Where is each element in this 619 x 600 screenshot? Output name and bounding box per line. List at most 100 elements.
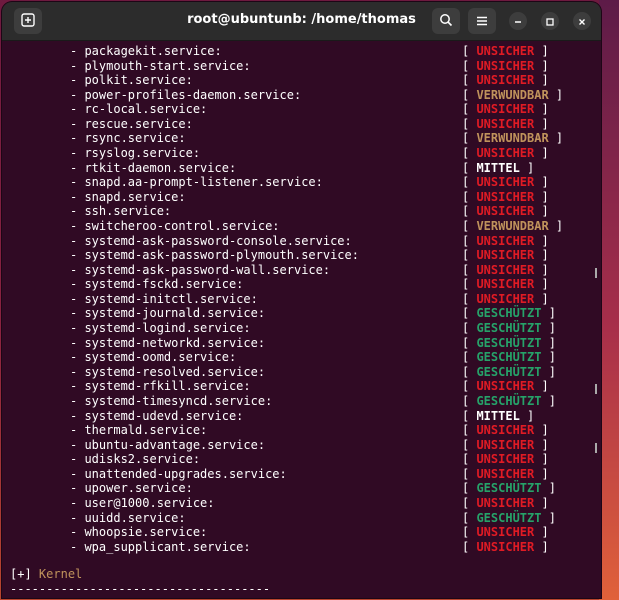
status-value: GESCHÜTZT	[476, 321, 542, 336]
service-name: - snapd.aa-prompt-listener.service:	[70, 175, 323, 190]
bracket-close: ]	[534, 423, 549, 438]
bracket-close: ]	[534, 102, 549, 117]
bracket-close: ]	[534, 248, 549, 263]
bracket-open: [	[462, 262, 477, 277]
bracket-close: ]	[534, 495, 549, 510]
service-name: - uuidd.service:	[70, 510, 186, 525]
bracket-open: [	[462, 364, 477, 379]
bracket-close: ]	[534, 204, 549, 219]
bracket-close: ]	[534, 525, 549, 540]
bracket-close: ]	[548, 218, 564, 233]
status-value: UNSICHER	[476, 452, 535, 467]
service-name: - ssh.service:	[70, 204, 172, 219]
service-status: [ VERWUNDBAR ]	[462, 88, 563, 103]
service-name: - user@1000.service:	[70, 495, 215, 510]
status-value: UNSICHER	[476, 102, 535, 117]
bracket-open: [	[462, 58, 477, 73]
service-status: [ UNSICHER ]	[462, 73, 549, 88]
close-icon	[577, 12, 587, 31]
minimize-button[interactable]	[509, 12, 527, 30]
bracket-open: [	[462, 437, 477, 452]
status-value: GESCHÜTZT	[476, 335, 542, 350]
service-name: - udisks2.service:	[70, 452, 201, 467]
service-status: [ UNSICHER ]	[462, 102, 549, 117]
bracket-open: [	[462, 131, 477, 146]
service-name: - power-profiles-daemon.service:	[70, 87, 302, 102]
service-status: [ MITTEL ]	[462, 409, 534, 424]
status-value: UNSICHER	[476, 189, 535, 204]
service-name: - packagekit.service:	[70, 44, 222, 58]
status-value: UNSICHER	[476, 379, 535, 394]
service-status: [ UNSICHER ]	[462, 540, 549, 555]
bracket-open: [	[462, 481, 477, 496]
service-status: [ GESCHÜTZT ]	[462, 394, 556, 409]
service-name: - systemd-journald.service:	[70, 306, 266, 321]
bracket-open: [	[462, 44, 477, 58]
status-value: UNSICHER	[476, 539, 535, 554]
bracket-open: [	[462, 525, 477, 540]
status-value: UNSICHER	[476, 466, 535, 481]
bracket-close: ]	[534, 437, 549, 452]
service-status: [ GESCHÜTZT ]	[462, 306, 556, 321]
bracket-close: ]	[541, 393, 556, 408]
service-status: [ UNSICHER ]	[462, 423, 549, 438]
status-value: GESCHÜTZT	[476, 393, 542, 408]
scrollbar-marker	[595, 268, 597, 278]
service-status: [ UNSICHER ]	[462, 438, 549, 453]
service-name: - polkit.service:	[70, 73, 193, 88]
status-value: UNSICHER	[476, 73, 535, 88]
bracket-close: ]	[534, 73, 549, 88]
minimize-icon	[513, 12, 523, 31]
bracket-close: ]	[534, 175, 549, 190]
desktop-wallpaper	[599, 0, 619, 600]
service-status: [ GESCHÜTZT ]	[462, 350, 556, 365]
bracket-close: ]	[534, 44, 549, 58]
service-status: [ UNSICHER ]	[462, 190, 549, 205]
menu-button[interactable]	[468, 8, 496, 34]
bracket-open: [	[462, 204, 477, 219]
service-status: [ UNSICHER ]	[462, 234, 549, 249]
service-status: [ UNSICHER ]	[462, 379, 549, 394]
title-bar: root@ubuntunb: /home/thomas	[2, 2, 601, 41]
service-name: - systemd-udevd.service:	[70, 408, 244, 423]
bracket-open: [	[462, 160, 477, 175]
service-name: - systemd-ask-password-console.service:	[70, 233, 352, 248]
section-separator: ------------------------------------	[10, 582, 271, 596]
service-status: [ UNSICHER ]	[462, 175, 549, 190]
status-value: UNSICHER	[476, 495, 535, 510]
service-name: - rsync.service:	[70, 131, 186, 146]
service-name: - systemd-networkd.service:	[70, 335, 266, 350]
close-button[interactable]	[573, 12, 591, 30]
hamburger-menu-icon	[476, 12, 488, 31]
search-button[interactable]	[432, 8, 460, 34]
status-value: VERWUNDBAR	[476, 87, 549, 102]
search-icon	[439, 12, 453, 31]
service-status: [ GESCHÜTZT ]	[462, 511, 556, 526]
terminal-window: root@ubuntunb: /home/thomas [+] Kernel -…	[2, 2, 601, 598]
bracket-close: ]	[548, 87, 564, 102]
service-name: - rsyslog.service:	[70, 146, 201, 161]
bracket-open: [	[462, 291, 477, 306]
status-value: UNSICHER	[476, 116, 535, 131]
bracket-open: [	[462, 495, 477, 510]
terminal-output[interactable]: [+] Kernel -----------------------------…	[10, 41, 595, 598]
bracket-open: [	[462, 277, 477, 292]
status-value: UNSICHER	[476, 525, 535, 540]
status-value: GESCHÜTZT	[476, 510, 542, 525]
bracket-close: ]	[534, 379, 549, 394]
maximize-button[interactable]	[541, 12, 559, 30]
scrollbar-marker	[595, 384, 597, 394]
status-value: UNSICHER	[476, 175, 535, 190]
service-status: [ GESCHÜTZT ]	[462, 481, 556, 496]
service-name: - ubuntu-advantage.service:	[70, 437, 266, 452]
status-value: VERWUNDBAR	[476, 131, 549, 146]
bracket-open: [	[462, 321, 477, 336]
status-value: UNSICHER	[476, 44, 535, 58]
service-status: [ UNSICHER ]	[462, 263, 549, 278]
service-name: - unattended-upgrades.service:	[70, 466, 287, 481]
bracket-open: [	[462, 350, 477, 365]
service-name: - wpa_supplicant.service:	[70, 539, 251, 554]
scrollbar-marker	[595, 443, 597, 453]
bracket-open: [	[462, 466, 477, 481]
service-name: - systemd-timesyncd.service:	[70, 393, 273, 408]
